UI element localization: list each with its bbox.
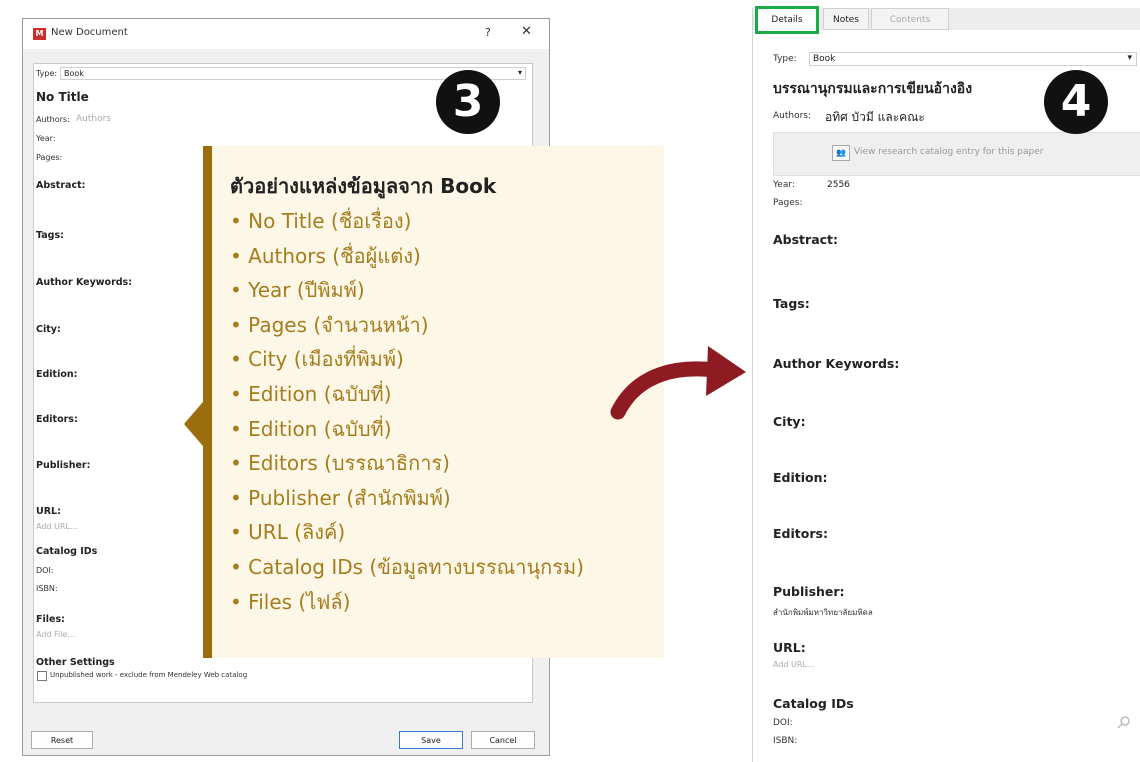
- dialog-title: New Document: [51, 27, 128, 38]
- chevron-down-icon: ▾: [517, 68, 522, 77]
- unpublished-checkbox[interactable]: [37, 671, 47, 681]
- edition-label: Edition:: [36, 369, 78, 380]
- isbn-label: ISBN:: [773, 736, 798, 746]
- isbn-label: ISBN:: [36, 584, 58, 593]
- dialog-titlebar: M New Document ? ✕: [23, 19, 549, 49]
- pages-label: Pages:: [773, 198, 803, 208]
- publisher-label: Publisher:: [773, 584, 845, 599]
- callout-field-list: • No Title (ชื่อเรื่อง) • Authors (ชื่อผ…: [230, 204, 584, 619]
- add-url-input[interactable]: Add URL...: [773, 660, 815, 669]
- callout-item-files: • Files (ไฟล์): [230, 589, 351, 614]
- url-label: URL:: [36, 506, 61, 517]
- tab-contents[interactable]: Contents: [871, 8, 949, 30]
- type-label: Type:: [36, 69, 58, 78]
- publisher-label: Publisher:: [36, 460, 91, 471]
- callout-item-pages: • Pages (จำนวนหน้า): [230, 312, 429, 337]
- other-settings-label: Other Settings: [36, 657, 115, 668]
- abstract-label: Abstract:: [36, 180, 86, 191]
- type-select[interactable]: Book ▾: [809, 52, 1137, 66]
- authors-label: Authors:: [773, 111, 812, 121]
- add-url-input[interactable]: Add URL...: [36, 522, 78, 531]
- type-select-value: Book: [64, 69, 84, 78]
- callout-item-authors: • Authors (ชื่อผู้แต่ง): [230, 243, 421, 268]
- save-button[interactable]: Save: [399, 731, 463, 749]
- type-select-value: Book: [813, 54, 836, 64]
- callout-item-publisher: • Publisher (สำนักพิมพ์): [230, 485, 451, 510]
- callout-item-year: • Year (ปีพิมพ์): [230, 278, 365, 303]
- year-label: Year:: [36, 134, 56, 143]
- callout-item-city: • City (เมืองที่พิมพ์): [230, 347, 404, 372]
- callout-heading: ตัวอย่างแหล่งข้อมูลจาก Book: [230, 174, 497, 198]
- cancel-button[interactable]: Cancel: [471, 731, 535, 749]
- search-icon[interactable]: [1117, 716, 1131, 730]
- author-keywords-label: Author Keywords:: [36, 277, 133, 288]
- url-label: URL:: [773, 640, 806, 655]
- city-label: City:: [36, 324, 61, 335]
- doi-label: DOI:: [36, 566, 54, 575]
- catalog-ids-label: Catalog IDs: [36, 546, 98, 557]
- author-keywords-label: Author Keywords:: [773, 356, 900, 371]
- people-icon: 👥: [832, 145, 850, 161]
- unpublished-label: Unpublished work - exclude from Mendeley…: [50, 671, 248, 679]
- document-title[interactable]: No Title: [36, 90, 89, 104]
- year-value[interactable]: 2556: [827, 180, 850, 190]
- research-catalog-link[interactable]: 👥 View research catalog entry for this p…: [773, 132, 1140, 176]
- authors-label: Authors:: [36, 115, 70, 124]
- reset-button[interactable]: Reset: [31, 731, 93, 749]
- authors-input[interactable]: Authors: [76, 114, 111, 124]
- tab-details[interactable]: Details: [755, 6, 819, 34]
- callout-item-title: • No Title (ชื่อเรื่อง): [230, 209, 412, 233]
- curved-arrow-icon: [610, 346, 746, 420]
- editors-label: Editors:: [36, 414, 78, 425]
- chevron-down-icon: ▾: [1127, 53, 1132, 63]
- tags-label: Tags:: [36, 230, 64, 241]
- catalog-link-text: View research catalog entry for this pap…: [854, 147, 1044, 157]
- abstract-label: Abstract:: [773, 232, 839, 247]
- help-button[interactable]: ?: [485, 26, 491, 39]
- tags-label: Tags:: [773, 296, 810, 311]
- pages-label: Pages:: [36, 153, 63, 162]
- callout-item-edition: • Edition (ฉบับที่): [230, 381, 392, 406]
- callout-item-catalog-ids: • Catalog IDs (ข้อมูลทางบรรณานุกรม): [230, 554, 584, 579]
- catalog-ids-label: Catalog IDs: [773, 696, 854, 711]
- callout-item-editors: • Editors (บรรณาธิการ): [230, 451, 450, 476]
- doi-label: DOI:: [773, 718, 793, 728]
- document-title[interactable]: บรรณานุกรมและการเขียนอ้างอิง: [773, 78, 972, 100]
- city-label: City:: [773, 414, 806, 429]
- step-3-badge: 3: [436, 70, 500, 134]
- panel-tabstrip: Notes Contents Details: [753, 6, 1140, 34]
- edition-label: Edition:: [773, 470, 828, 485]
- callout-pointer: [184, 396, 208, 452]
- book-fields-callout: ตัวอย่างแหล่งข้อมูลจาก Book • No Title (…: [184, 146, 664, 658]
- publisher-value[interactable]: สำนักพิมพ์มหาวิทยาลัยมหิดล: [773, 606, 873, 619]
- type-label: Type:: [773, 54, 797, 64]
- close-button[interactable]: ✕: [521, 24, 532, 39]
- step-4-badge: 4: [1044, 70, 1108, 134]
- tab-notes[interactable]: Notes: [823, 8, 869, 30]
- callout-item-url: • URL (ลิงค์): [230, 520, 346, 545]
- mendeley-app-icon: M: [33, 28, 46, 40]
- editors-label: Editors:: [773, 526, 828, 541]
- add-file-input[interactable]: Add File...: [36, 630, 75, 639]
- authors-value[interactable]: อทิศ บัวมี และคณะ: [825, 108, 925, 127]
- files-label: Files:: [36, 614, 65, 625]
- year-label: Year:: [773, 180, 795, 190]
- callout-item-edition-repeat: • Edition (ฉบับที่): [230, 416, 392, 441]
